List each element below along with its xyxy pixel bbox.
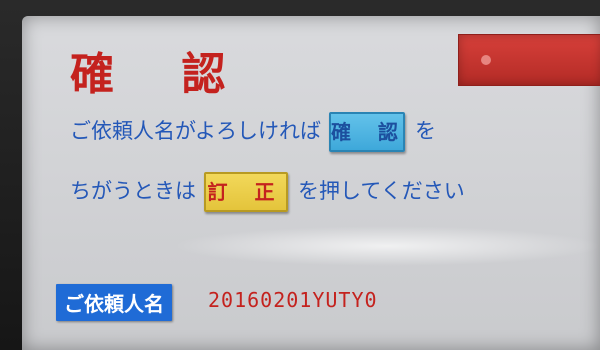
instruction-confirm-prefix: ご依頼人名がよろしければ <box>70 119 321 143</box>
instruction-line-confirm: ご依頼人名がよろしければ確 認を <box>70 112 436 152</box>
corner-red-button[interactable] <box>458 34 600 86</box>
correct-button[interactable]: 訂 正 <box>204 172 288 212</box>
confirm-button[interactable]: 確 認 <box>328 112 405 152</box>
atm-screen: 確 認 ご依頼人名がよろしければ確 認を ちがうときは訂 正を押してください ご… <box>22 16 600 350</box>
instruction-line-correct: ちがうときは訂 正を押してください <box>70 172 465 212</box>
button-indicator-icon <box>481 55 491 65</box>
screen-glare <box>172 226 600 266</box>
instruction-correct-prefix: ちがうときは <box>70 179 196 203</box>
instruction-correct-suffix: を押してください <box>298 179 465 203</box>
requester-name-label: ご依頼人名 <box>56 284 172 321</box>
instruction-confirm-suffix: を <box>414 119 436 143</box>
page-title: 確 認 <box>70 49 252 100</box>
requester-name-value: 20160201YUTY0 <box>208 288 378 312</box>
